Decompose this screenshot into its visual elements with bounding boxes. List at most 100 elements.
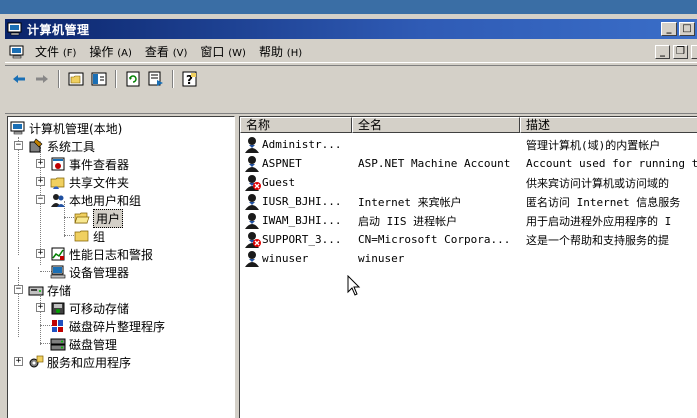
user-row[interactable]: Guest 供来宾访问计算机或访问域的 bbox=[240, 173, 697, 192]
title-bar[interactable]: 计算机管理 _ □ bbox=[5, 19, 697, 39]
menu-view[interactable]: 查看 (V) bbox=[141, 43, 197, 60]
user-name: Administr... bbox=[262, 138, 342, 151]
user-name: IWAM_BJHI... bbox=[262, 214, 342, 227]
mouse-cursor-icon bbox=[347, 275, 361, 296]
help-button[interactable]: ? bbox=[180, 69, 200, 89]
minimize-button[interactable]: _ bbox=[661, 22, 677, 36]
tree-node-users[interactable]: 用户 bbox=[74, 208, 124, 228]
tree-node-groups[interactable]: 组 bbox=[74, 227, 105, 245]
disabled-user-icon bbox=[244, 174, 262, 194]
disk-defrag-icon bbox=[52, 320, 63, 332]
tree-node-perf-logs[interactable]: 性能日志和警报 bbox=[50, 245, 153, 263]
column-header-name[interactable]: 名称 bbox=[240, 117, 352, 133]
refresh-button[interactable] bbox=[123, 69, 143, 89]
tree-node-root[interactable]: 计算机管理(本地) bbox=[10, 119, 122, 137]
user-row[interactable]: winuser winuser bbox=[240, 249, 697, 268]
tree-label: 服务和应用程序 bbox=[47, 355, 132, 370]
toolbar-separator bbox=[58, 69, 60, 88]
user-row[interactable]: ASPNET ASP.NET Machine Account Account use… bbox=[240, 154, 697, 173]
tree-label: 组 bbox=[93, 229, 106, 244]
user-description: 匿名访问 Internet 信息服务 bbox=[526, 195, 681, 209]
forward-arrow-icon bbox=[36, 74, 48, 83]
computer-management-icon bbox=[10, 121, 25, 135]
tree-node-services-apps[interactable]: 服务和应用程序 bbox=[28, 353, 131, 371]
tree-node-disk-defrag[interactable]: 磁盘碎片整理程序 bbox=[50, 317, 165, 335]
child-minimize-button[interactable]: _ bbox=[655, 44, 670, 59]
tree-label: 系统工具 bbox=[47, 139, 96, 154]
tree-label: 存储 bbox=[47, 283, 72, 298]
storage-icon bbox=[28, 286, 44, 296]
user-description: Account used for running t bbox=[526, 157, 697, 170]
child-restore-button[interactable]: ❐ bbox=[673, 44, 688, 59]
user-description: 用于启动进程外应用程序的 I bbox=[526, 214, 672, 228]
expand-perf-logs[interactable]: + bbox=[36, 249, 45, 258]
document-window-icon[interactable] bbox=[9, 45, 25, 59]
details-list[interactable]: 名称 全名 描述 Administr... 管理计算机(域)的内置帐户 ASPNET… bbox=[239, 116, 697, 418]
show-hide-tree-button[interactable] bbox=[89, 69, 109, 89]
user-fullname: winuser bbox=[358, 252, 405, 265]
tree-node-event-viewer[interactable]: 事件查看器 bbox=[50, 155, 129, 173]
tree-connector bbox=[40, 291, 41, 345]
export-list-icon bbox=[148, 71, 163, 86]
expand-services-apps[interactable]: + bbox=[14, 357, 23, 366]
collapse-system-tools[interactable]: − bbox=[14, 141, 23, 150]
collapse-storage[interactable]: − bbox=[14, 285, 23, 294]
tree-label: 本地用户和组 bbox=[69, 193, 142, 208]
tree-connector bbox=[18, 137, 19, 255]
tree-node-disk-mgmt[interactable]: 磁盘管理 bbox=[50, 335, 117, 353]
back-arrow-icon bbox=[13, 74, 25, 83]
user-row[interactable]: Administr... 管理计算机(域)的内置帐户 bbox=[240, 135, 697, 154]
menu-window[interactable]: 窗口 (W) bbox=[196, 43, 255, 60]
help-icon: ? bbox=[182, 71, 197, 87]
menu-action[interactable]: 操作 (A) bbox=[85, 43, 141, 60]
toolbar-separator bbox=[172, 69, 174, 88]
tree-node-removable-storage[interactable]: 可移动存储 bbox=[50, 299, 129, 317]
tree-node-shared-folders[interactable]: 共享文件夹 bbox=[50, 173, 129, 191]
toolbar-separator bbox=[115, 69, 117, 88]
tree-node-local-users[interactable]: 本地用户和组 bbox=[50, 191, 141, 209]
collapse-local-users[interactable]: − bbox=[36, 195, 45, 204]
tree-label: 事件查看器 bbox=[69, 157, 130, 172]
user-name: winuser bbox=[262, 252, 309, 265]
export-list-button[interactable] bbox=[146, 69, 166, 89]
tree-label: 性能日志和警报 bbox=[69, 247, 154, 262]
menu-help[interactable]: 帮助 (H) bbox=[255, 43, 311, 60]
disabled-user-icon bbox=[244, 231, 262, 251]
user-name: Guest bbox=[262, 176, 296, 189]
removable-storage-icon bbox=[51, 302, 65, 315]
user-row[interactable]: IUSR_BJHI... Internet 来宾帐户 匿名访问 Internet 信… bbox=[240, 192, 697, 211]
console-tree[interactable]: 计算机管理(本地) − 系统工具 + 事件查看器 + 共享文件夹 − 本地用户和… bbox=[7, 116, 235, 418]
user-description: 这是一个帮助和支持服务的提 bbox=[526, 233, 669, 247]
expand-event-viewer[interactable]: + bbox=[36, 159, 45, 168]
refresh-icon bbox=[126, 71, 140, 86]
folder-up-icon bbox=[68, 72, 84, 85]
toolbar: ? bbox=[5, 65, 697, 91]
tree-label: 共享文件夹 bbox=[69, 175, 130, 190]
user-icon bbox=[244, 250, 262, 270]
user-description: 供来宾访问计算机或访问域的 bbox=[526, 176, 669, 190]
forward-button[interactable] bbox=[32, 69, 52, 89]
up-level-button[interactable] bbox=[66, 69, 86, 89]
user-description: 管理计算机(域)的内置帐户 bbox=[526, 138, 661, 152]
expand-shared-folders[interactable]: + bbox=[36, 177, 45, 186]
user-row[interactable]: IWAM_BJHI... 启动 IIS 进程帐户 用于启动进程外应用程序的 I bbox=[240, 211, 697, 230]
tree-node-device-manager[interactable]: 设备管理器 bbox=[50, 263, 129, 281]
tree-node-system-tools[interactable]: 系统工具 bbox=[28, 137, 95, 155]
back-button[interactable] bbox=[9, 69, 29, 89]
system-tools-icon bbox=[29, 138, 43, 153]
device-manager-icon bbox=[50, 265, 66, 279]
menu-file[interactable]: 文件 (F) bbox=[31, 43, 85, 60]
expand-removable-storage[interactable]: + bbox=[36, 303, 45, 312]
column-header-description[interactable]: 描述 bbox=[520, 117, 697, 133]
column-header-fullname[interactable]: 全名 bbox=[352, 117, 520, 133]
user-icon bbox=[244, 136, 262, 156]
user-row[interactable]: SUPPORT_3... CN=Microsoft Corpora... 这是一个帮… bbox=[240, 230, 697, 249]
performance-logs-icon bbox=[51, 247, 65, 261]
maximize-button[interactable]: □ bbox=[679, 22, 695, 36]
user-icon bbox=[244, 193, 262, 213]
tree-node-storage[interactable]: 存储 bbox=[28, 281, 71, 299]
shared-folder-icon bbox=[50, 177, 65, 189]
services-apps-icon bbox=[29, 355, 44, 368]
child-close-button[interactable] bbox=[691, 44, 697, 59]
user-name: ASPNET bbox=[262, 157, 302, 170]
